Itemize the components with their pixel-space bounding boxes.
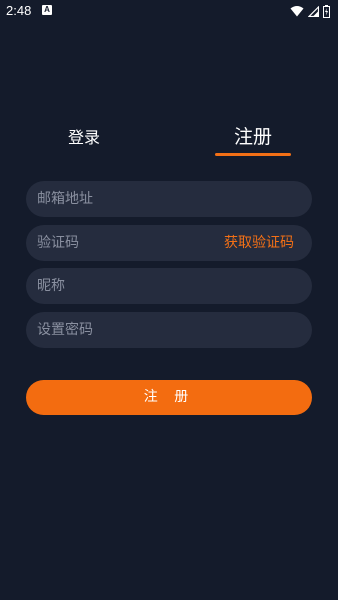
code-field-container: 获取验证码	[26, 225, 312, 261]
password-field-container	[26, 312, 312, 348]
email-input[interactable]	[37, 181, 217, 217]
wifi-icon	[290, 6, 304, 17]
get-code-button[interactable]: 获取验证码	[224, 225, 294, 261]
email-field-container	[26, 181, 312, 217]
register-button[interactable]: 注 册	[26, 380, 312, 415]
tab-login[interactable]: 登录	[68, 124, 100, 148]
nickname-field-container	[26, 268, 312, 304]
password-input[interactable]	[37, 312, 217, 348]
status-bar: 2:48 A	[0, 0, 338, 24]
signal-icon	[308, 5, 319, 17]
active-tab-indicator	[215, 153, 291, 156]
tab-register[interactable]: 注册	[234, 122, 272, 149]
status-icons	[290, 4, 330, 18]
battery-icon	[323, 4, 330, 18]
verification-code-input[interactable]	[37, 225, 217, 261]
auth-tabs: 登录 注册	[0, 118, 338, 160]
nickname-input[interactable]	[37, 268, 217, 304]
status-time: 2:48	[6, 3, 32, 18]
notification-a-icon: A	[42, 5, 52, 15]
